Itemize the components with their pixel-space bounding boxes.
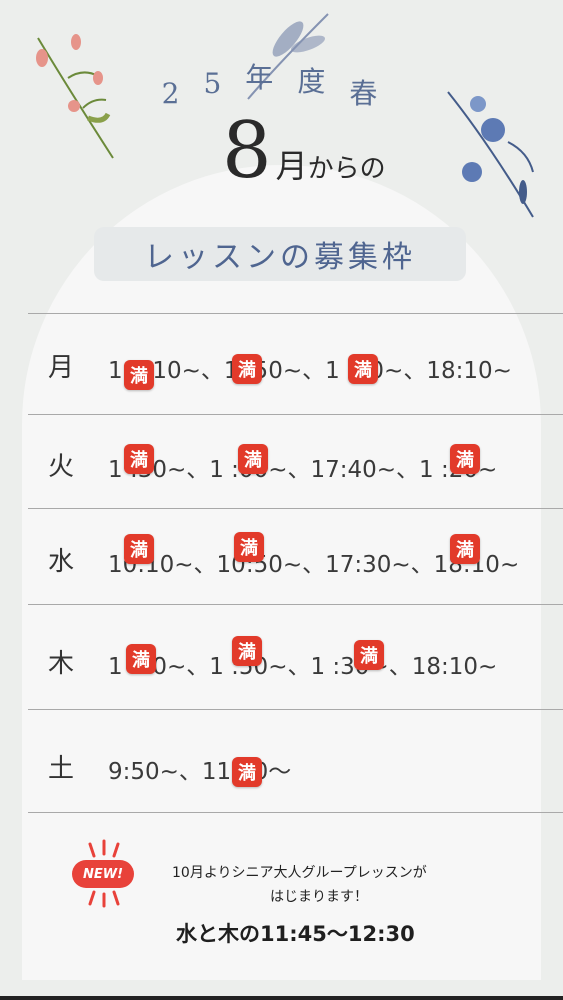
blue-flower-right-icon bbox=[447, 91, 534, 218]
row-divider bbox=[28, 604, 563, 605]
full-stamp-icon: 満 bbox=[126, 644, 156, 674]
full-stamp-icon: 満 bbox=[234, 532, 264, 562]
full-stamp-icon: 満 bbox=[450, 444, 480, 474]
season-char: 春 bbox=[349, 77, 402, 110]
full-stamp-icon: 満 bbox=[124, 360, 154, 390]
full-stamp-icon: 満 bbox=[238, 444, 268, 474]
full-stamp-icon: 満 bbox=[450, 534, 480, 564]
time-slots-tuesday: 1 :30~、1 :00~、17:40~、1 :20~ bbox=[108, 457, 498, 483]
flower-sprig-left-icon bbox=[36, 34, 114, 159]
season-char: 度 bbox=[297, 65, 350, 98]
section-label: レッスンの募集枠 bbox=[94, 227, 466, 281]
day-label-thursday: 木 bbox=[48, 649, 75, 679]
full-stamp-icon: 満 bbox=[348, 354, 378, 384]
full-stamp-icon: 満 bbox=[124, 444, 154, 474]
time-slots-thursday: 1 :10~、1 :50~、1 :30~、18:10~ bbox=[108, 654, 498, 680]
full-stamp-icon: 満 bbox=[232, 354, 262, 384]
title-suffix: からの bbox=[307, 154, 386, 184]
time-slots-saturday: 9:50~、11:10～ bbox=[108, 759, 292, 785]
full-stamp-icon: 満 bbox=[232, 757, 262, 787]
full-stamp-icon: 満 bbox=[124, 534, 154, 564]
day-label-wednesday: 水 bbox=[48, 547, 75, 577]
title-month-number: 8 bbox=[222, 106, 272, 196]
row-divider bbox=[28, 508, 563, 509]
full-stamp-icon: 満 bbox=[354, 640, 384, 670]
season-char: 年 bbox=[245, 61, 298, 94]
time-slots-monday: 1 0:10~、1 :50~、1 :30~、18:10~ bbox=[108, 358, 512, 384]
season-char: 2 bbox=[161, 77, 204, 110]
row-divider bbox=[28, 313, 563, 314]
day-label-monday: 月 bbox=[48, 353, 75, 383]
new-badge: NEW! bbox=[72, 860, 134, 888]
season-heading: 25年度春 bbox=[0, 58, 563, 110]
row-divider bbox=[28, 812, 563, 813]
page-title: 8 月からの bbox=[222, 112, 386, 190]
day-label-saturday: 土 bbox=[48, 754, 75, 784]
row-divider bbox=[28, 709, 563, 710]
announcement-line-1: 10月よりシニア大人グループレッスンが bbox=[172, 865, 427, 881]
bottom-edge bbox=[0, 996, 563, 1000]
full-stamp-icon: 満 bbox=[232, 636, 262, 666]
title-month-suffix: 月 bbox=[275, 147, 308, 185]
day-label-tuesday: 火 bbox=[48, 452, 75, 482]
announcement-line-2: はじまります！ bbox=[270, 889, 368, 905]
row-divider bbox=[28, 414, 563, 415]
season-char: 5 bbox=[203, 67, 246, 100]
announcement-schedule: 水と木の11:45～12:30 bbox=[176, 922, 415, 946]
